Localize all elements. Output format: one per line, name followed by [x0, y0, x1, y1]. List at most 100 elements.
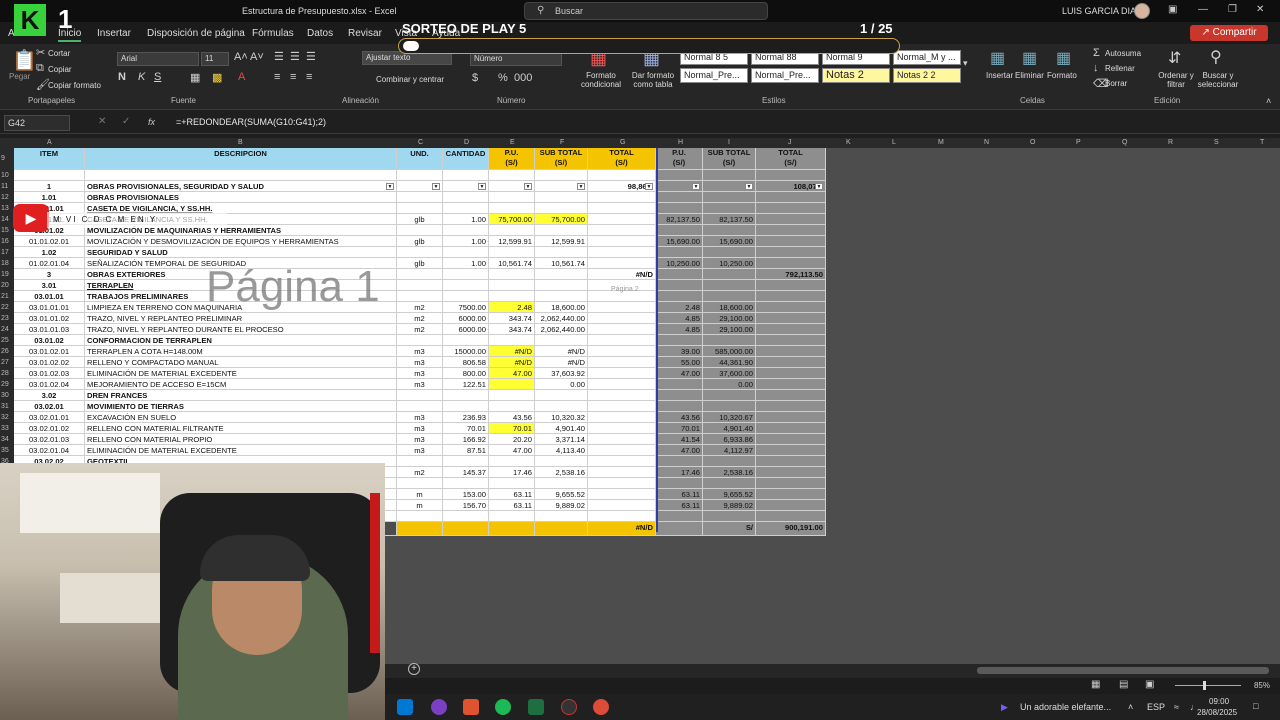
row-number[interactable]: 34: [1, 434, 9, 445]
table-row[interactable]: 03.02.01.04 ELIMINACIÓN DE MATERIAL EXCED…: [14, 445, 826, 456]
cell-sub[interactable]: [535, 280, 588, 290]
cell-j[interactable]: [756, 170, 826, 180]
cell-pu[interactable]: [489, 478, 535, 488]
cut-button[interactable]: Cortar: [48, 49, 70, 58]
cell-item[interactable]: 03.02.01.04: [14, 445, 85, 455]
cell-item[interactable]: 03.01.02.02: [14, 357, 85, 367]
cell-cant[interactable]: [443, 170, 489, 180]
cell-desc[interactable]: TRAZO, NIVEL Y REPLANTEO PRELIMINAR: [85, 313, 397, 323]
cell-h[interactable]: [656, 192, 703, 202]
filter-dropdown-icon[interactable]: ▼: [692, 183, 700, 190]
cell-cant[interactable]: [443, 280, 489, 290]
merge-center-button[interactable]: Combinar y centrar: [376, 75, 444, 84]
cell-und[interactable]: m2: [397, 313, 443, 323]
cell-j[interactable]: [756, 324, 826, 334]
row-number[interactable]: 16: [1, 236, 9, 247]
italic-icon[interactable]: K: [138, 71, 145, 83]
row-number[interactable]: 20: [1, 280, 9, 291]
col-e[interactable]: E: [510, 139, 515, 146]
cell-cant[interactable]: [443, 203, 489, 213]
cell-sub[interactable]: 2,062,440.00: [535, 313, 588, 323]
cell-pu[interactable]: 43.56: [489, 412, 535, 422]
row-number[interactable]: 33: [1, 423, 9, 434]
cell-j[interactable]: [756, 247, 826, 257]
table-row[interactable]: 03.01.01 TRABAJOS PRELIMINARES: [14, 291, 826, 302]
cell-cant[interactable]: [443, 192, 489, 202]
cell-i[interactable]: 9,889.02: [703, 500, 756, 510]
cell-und[interactable]: m3: [397, 423, 443, 433]
app-icon[interactable]: [463, 699, 479, 715]
cell-total[interactable]: [588, 500, 656, 510]
font-color-icon[interactable]: A: [238, 71, 245, 83]
cell-item[interactable]: 03.01.02.01: [14, 346, 85, 356]
row-number[interactable]: 26: [1, 346, 9, 357]
cell-cant[interactable]: [443, 335, 489, 345]
cell-i[interactable]: 9,655.52: [703, 489, 756, 499]
minimize-icon[interactable]: —: [1198, 4, 1208, 15]
filter-dropdown-icon[interactable]: ▼: [524, 183, 532, 190]
cell-und[interactable]: m: [397, 489, 443, 499]
cell-cant[interactable]: [443, 401, 489, 411]
cell-item[interactable]: 3.01: [14, 280, 85, 290]
cell-pu[interactable]: 20.20: [489, 434, 535, 444]
close-icon[interactable]: ✕: [1256, 4, 1264, 15]
align-bottom-icon[interactable]: ☰: [306, 50, 316, 63]
cell-h[interactable]: 4.85: [656, 313, 703, 323]
avatar[interactable]: [1134, 3, 1150, 19]
table-row[interactable]: 03.02.01.01 EXCAVACIÓN EN SUELO m3 236.93 43…: [14, 412, 826, 423]
cell-und[interactable]: [397, 192, 443, 202]
cell-j[interactable]: [756, 434, 826, 444]
cell-i[interactable]: 15,690.00: [703, 236, 756, 246]
cell-j[interactable]: 108,077. ▼: [756, 181, 826, 191]
percent-icon[interactable]: %: [498, 72, 508, 84]
row-number[interactable]: 22: [1, 302, 9, 313]
cell-h[interactable]: [656, 280, 703, 290]
cell-h[interactable]: 55.00: [656, 357, 703, 367]
cell-pu[interactable]: [489, 522, 535, 535]
search-box[interactable]: ⚲ Buscar: [524, 2, 768, 20]
cell-desc[interactable]: OBRAS PROVISIONALES: [85, 192, 397, 202]
styles-more-icon[interactable]: ▾: [963, 58, 968, 69]
find-icon[interactable]: ⚲: [1210, 47, 1222, 67]
cancel-icon[interactable]: ✕: [98, 116, 106, 127]
zoom-slider-thumb[interactable]: [1203, 681, 1206, 690]
cell-i[interactable]: 10,250.00: [703, 258, 756, 268]
row-number[interactable]: 19: [1, 269, 9, 280]
cell-j[interactable]: [756, 456, 826, 466]
cell-und[interactable]: [397, 522, 443, 535]
cell-i[interactable]: [703, 192, 756, 202]
cell-j[interactable]: [756, 203, 826, 213]
cell-cant[interactable]: [443, 247, 489, 257]
cell-h[interactable]: [656, 390, 703, 400]
restore-icon[interactable]: ❐: [1228, 4, 1237, 15]
sort-filter-icon[interactable]: ⇵: [1168, 48, 1181, 68]
conditional-format-button[interactable]: Formato condicional: [575, 71, 627, 89]
cell-i[interactable]: [703, 511, 756, 521]
table-row[interactable]: 03.01.02.01 TERRAPLEN A COTA H=148.00M m3 1…: [14, 346, 826, 357]
cell-und[interactable]: [397, 335, 443, 345]
obs-icon[interactable]: [561, 699, 577, 715]
cell-h[interactable]: 4.85: [656, 324, 703, 334]
tray-chevron-icon[interactable]: ˄: [1128, 702, 1133, 712]
filter-dropdown-icon[interactable]: ▼: [745, 183, 753, 190]
cell-item[interactable]: 03.01.01.03: [14, 324, 85, 334]
cell-total[interactable]: [588, 335, 656, 345]
cell-und[interactable]: m3: [397, 445, 443, 455]
cell-pu[interactable]: [489, 401, 535, 411]
table-row[interactable]: 03.02.01 MOVIMIENTO DE TIERRAS: [14, 401, 826, 412]
cell-pu[interactable]: 2.48: [489, 302, 535, 312]
cell-cant[interactable]: ▼: [443, 181, 489, 191]
cell-und[interactable]: [397, 247, 443, 257]
find-select-button[interactable]: Buscar y seleccionar: [1194, 71, 1242, 89]
cell-item[interactable]: 03.01.02.04: [14, 379, 85, 389]
cell-j[interactable]: [756, 445, 826, 455]
cell-j[interactable]: [756, 335, 826, 345]
clear-button[interactable]: Borrar: [1105, 79, 1127, 88]
style-normal-my[interactable]: Normal_M y ...: [893, 50, 961, 65]
cell-sub[interactable]: #N/D: [535, 357, 588, 367]
autosum-icon[interactable]: Σ: [1093, 47, 1100, 59]
format-painter-button[interactable]: Copiar formato: [48, 81, 101, 90]
borders-icon[interactable]: ▦: [190, 71, 200, 84]
row-number[interactable]: 13: [1, 203, 9, 214]
normal-view-icon[interactable]: ▦: [1091, 679, 1100, 690]
